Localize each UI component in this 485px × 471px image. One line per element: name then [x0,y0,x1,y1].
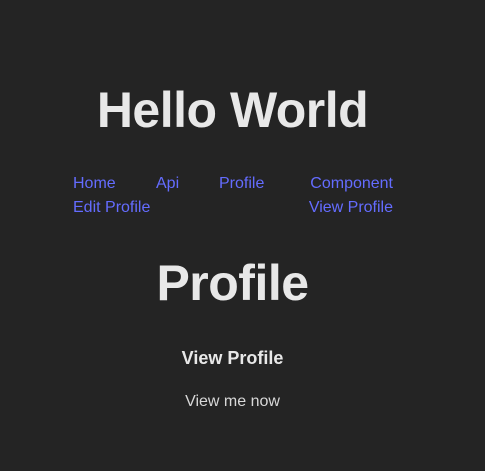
section-text: View me now [185,393,280,410]
page-heading: Profile [156,255,309,311]
nav-link-profile[interactable]: Profile [219,174,264,194]
nav-link-component[interactable]: Component [310,174,393,194]
nav-link-api[interactable]: Api [156,174,179,194]
main-nav: Home Api Profile Component Edit Profile … [73,174,393,220]
app-title: Hello World [96,82,369,138]
section-heading: View Profile [181,348,284,368]
nav-link-view-profile[interactable]: View Profile [309,198,393,218]
nav-link-edit-profile[interactable]: Edit Profile [73,198,150,218]
nav-link-home[interactable]: Home [73,174,116,194]
